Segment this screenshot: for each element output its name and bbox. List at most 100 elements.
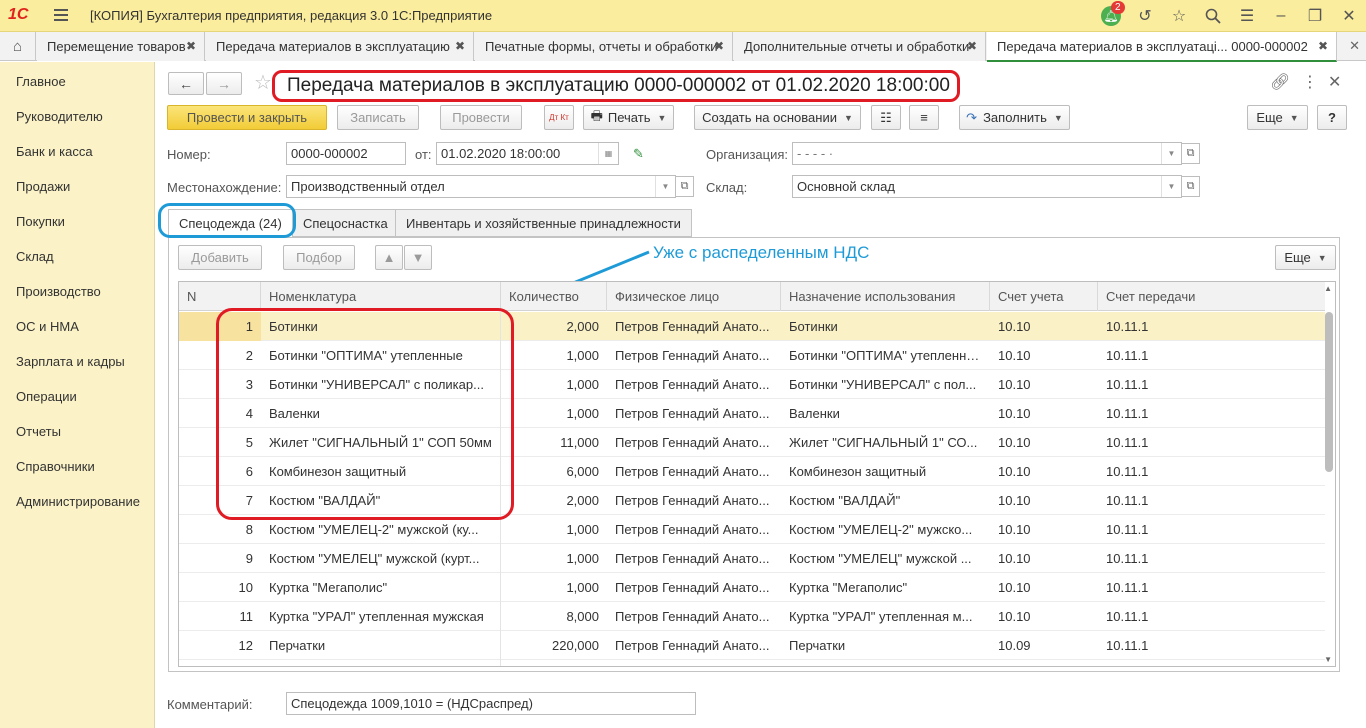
cell-quantity[interactable]: 11,000 (501, 428, 607, 457)
cell-person[interactable]: Петров Геннадий Анато... (607, 428, 781, 457)
table-row[interactable]: 12 Перчатки 220,000 Петров Геннадий Анато..… (179, 631, 1325, 660)
table-row[interactable]: 10 Куртка "Мегаполис" 1,000 Петров Геннадий… (179, 573, 1325, 602)
cell-item[interactable]: Перчатки (261, 631, 501, 660)
chevron-down-icon[interactable]: ▼ (655, 176, 675, 197)
cell-transfer-account[interactable]: 10.11.1 (1098, 457, 1325, 486)
close-all-tabs-icon[interactable]: ✕ (1349, 38, 1360, 54)
cell-transfer-account[interactable]: 10.11.1 (1098, 341, 1325, 370)
table-row[interactable]: 11 Куртка "УРАЛ" утепленная мужская 8,000 П… (179, 602, 1325, 631)
cell-account[interactable]: 10.10 (990, 602, 1098, 631)
table-row[interactable]: 9 Костюм "УМЕЛЕЦ" мужской (курт... 1,000 Пе… (179, 544, 1325, 573)
cell-purpose[interactable]: Валенки (781, 399, 990, 428)
col-n-header[interactable]: N (179, 282, 261, 311)
scroll-down-icon[interactable]: ▼ (1324, 655, 1332, 664)
help-button[interactable]: ? (1317, 105, 1347, 130)
home-icon[interactable]: ⌂ (0, 32, 36, 61)
cell-transfer-account[interactable]: 10.11.1 (1098, 399, 1325, 428)
cell-quantity[interactable]: 6,000 (501, 457, 607, 486)
sidebar-item-references[interactable]: Справочники (16, 459, 95, 474)
cell-person[interactable]: Петров Геннадий Анато... (607, 399, 781, 428)
tab-print-forms[interactable]: Печатные формы, отчеты и обработки ✖ (475, 32, 733, 61)
cell-account[interactable]: 10.10 (990, 428, 1098, 457)
post-button[interactable]: Провести (440, 105, 522, 130)
cell-purpose[interactable]: Костюм "ВАЛДАЙ" (781, 486, 990, 515)
cell-person[interactable]: Петров Геннадий Анато... (607, 544, 781, 573)
structure-icon[interactable]: ☷ (871, 105, 901, 130)
location-field[interactable]: Производственный отдел ▼ (286, 175, 676, 198)
cell-quantity[interactable]: 1,000 (501, 515, 607, 544)
scroll-up-icon[interactable]: ▲ (1324, 284, 1332, 293)
cell-quantity[interactable]: 1,000 (501, 370, 607, 399)
scrollbar-thumb[interactable] (1325, 312, 1333, 472)
cell-transfer-account[interactable]: 10.11.1 (1098, 544, 1325, 573)
cell-quantity[interactable]: 1,000 (501, 399, 607, 428)
col-account-header[interactable]: Счет учета (990, 282, 1098, 311)
table-row[interactable]: 13П...17,000Петров Геннадий Анато...П...… (179, 660, 1325, 666)
save-button[interactable]: Записать (337, 105, 419, 130)
cell-purpose[interactable]: Костюм "УМЕЛЕЦ" мужской ... (781, 544, 990, 573)
cell-purpose[interactable]: Куртка "УРАЛ" утепленная м... (781, 602, 990, 631)
history-icon[interactable]: ↺ (1128, 0, 1162, 32)
vertical-scrollbar[interactable] (1325, 306, 1333, 650)
cell-quantity[interactable]: 1,000 (501, 544, 607, 573)
search-icon[interactable] (1196, 0, 1230, 32)
sidebar-item-salary[interactable]: Зарплата и кадры (16, 354, 125, 369)
comment-field[interactable]: Спецодежда 1009,1010 = (НДСраспред) (286, 692, 696, 715)
dt-kt-icon[interactable]: Дт Кт (544, 105, 574, 130)
tab-materials-transfer[interactable]: Передача материалов в эксплуатацию ✖ (206, 32, 474, 61)
cell-purpose[interactable]: Комбинезон защитный (781, 457, 990, 486)
cell-purpose[interactable]: Ботинки "УНИВЕРСАЛ" с пол... (781, 370, 990, 399)
cell-purpose[interactable]: П... (781, 660, 990, 666)
print-button[interactable]: 🖶︎ Печать ▼ (583, 105, 674, 130)
sidebar-item-operations[interactable]: Операции (16, 389, 77, 404)
cell-transfer-account[interactable]: 10.11.1 (1098, 602, 1325, 631)
open-organization-icon[interactable]: ⧉ (1181, 143, 1200, 164)
cell-person[interactable]: Петров Геннадий Анато... (607, 631, 781, 660)
sidebar-item-warehouse[interactable]: Склад (16, 249, 54, 264)
sidebar-item-reports[interactable]: Отчеты (16, 424, 61, 439)
back-arrow-icon[interactable]: ← (168, 72, 204, 95)
sidebar-item-bank[interactable]: Банк и касса (16, 144, 93, 159)
cell-person[interactable]: Петров Геннадий Анато... (607, 312, 781, 341)
close-icon[interactable]: ✖ (1318, 39, 1328, 53)
main-menu-icon[interactable] (52, 6, 70, 24)
move-up-icon[interactable]: ▲ (375, 245, 403, 270)
favorites-star-icon[interactable]: ☆ (1162, 0, 1196, 32)
sidebar-item-administration[interactable]: Администрирование (16, 494, 140, 509)
more-dots-icon[interactable]: ⋮ (1302, 72, 1318, 92)
chevron-down-icon[interactable]: ▼ (1161, 176, 1181, 197)
organization-field[interactable]: - - - - · ▼ (792, 142, 1182, 165)
cell-quantity[interactable]: 2,000 (501, 486, 607, 515)
sidebar-item-purchases[interactable]: Покупки (16, 214, 65, 229)
move-down-icon[interactable]: ▼ (404, 245, 432, 270)
cell-quantity[interactable]: 1,000 (501, 341, 607, 370)
cell-transfer-account[interactable]: 10.11.1 (1098, 370, 1325, 399)
cell-transfer-account[interactable]: 10.11.1 (1098, 660, 1325, 666)
favorite-star-icon[interactable]: ☆ (254, 70, 272, 95)
cell-item[interactable]: Куртка "Мегаполис" (261, 573, 501, 602)
cell-account[interactable]: 10.10 (990, 457, 1098, 486)
cell-account[interactable]: 10.10 (990, 515, 1098, 544)
add-row-button[interactable]: Добавить (178, 245, 262, 270)
tab-goods-transfer[interactable]: Перемещение товаров ✖ (37, 32, 205, 61)
cell-transfer-account[interactable]: 10.11.1 (1098, 428, 1325, 457)
warehouse-field[interactable]: Основной склад ▼ (792, 175, 1182, 198)
cell-account[interactable]: 10.10 (990, 486, 1098, 515)
table-more-button[interactable]: Еще ▼ (1275, 245, 1336, 270)
cell-person[interactable]: Петров Геннадий Анато... (607, 660, 781, 666)
close-window-icon[interactable]: ✕ (1332, 0, 1366, 32)
cell-person[interactable]: Петров Геннадий Анато... (607, 515, 781, 544)
col-transfer-account-header[interactable]: Счет передачи (1098, 282, 1325, 311)
open-warehouse-icon[interactable]: ⧉ (1181, 176, 1200, 197)
sidebar-item-assets[interactable]: ОС и НМА (16, 319, 79, 334)
sidebar-item-production[interactable]: Производство (16, 284, 101, 299)
create-based-on-button[interactable]: Создать на основании ▼ (694, 105, 861, 130)
date-field[interactable]: 01.02.2020 18:00:00 ▦ (436, 142, 619, 165)
sidebar-item-manager[interactable]: Руководителю (16, 109, 103, 124)
cell-account[interactable]: 10.10 (990, 341, 1098, 370)
close-icon[interactable]: ✖ (455, 39, 465, 53)
forward-arrow-icon[interactable]: → (206, 72, 242, 95)
cell-account[interactable]: 10.10 (990, 370, 1098, 399)
tab-additional-reports[interactable]: Дополнительные отчеты и обработки ✖ (734, 32, 986, 61)
open-location-icon[interactable]: ⧉ (675, 176, 694, 197)
